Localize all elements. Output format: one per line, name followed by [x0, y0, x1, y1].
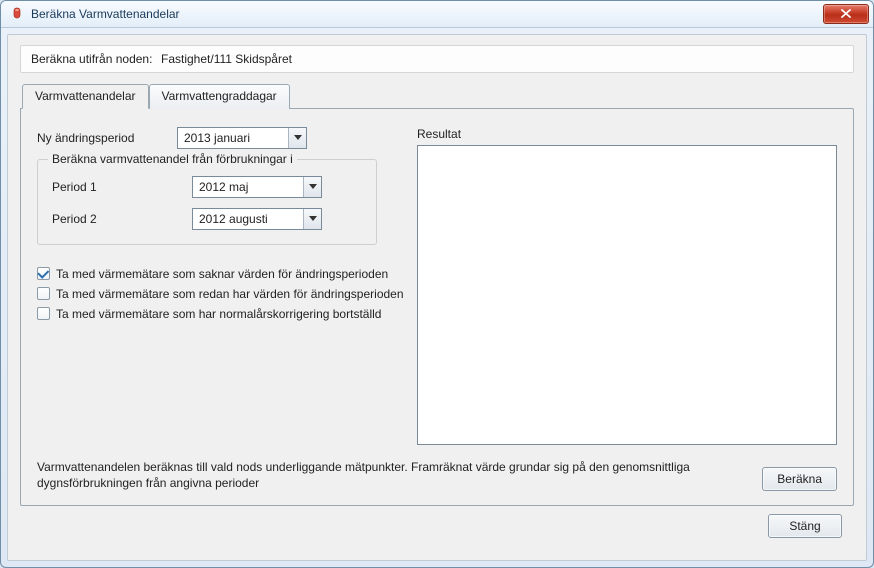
- node-context-row: Beräkna utifrån noden: Fastighet/111 Ski…: [20, 45, 854, 73]
- close-button[interactable]: [823, 4, 869, 24]
- period2-row: Period 2 2012 augusti: [52, 208, 362, 230]
- checkbox-1-label: Ta med värmemätare som saknar värden för…: [56, 267, 388, 281]
- close-icon: [841, 9, 851, 18]
- panel-bottom: Varmvattenandelen beräknas till vald nod…: [37, 459, 837, 491]
- description-text: Varmvattenandelen beräknas till vald nod…: [37, 459, 762, 491]
- new-period-dropdown[interactable]: 2013 januari: [177, 127, 307, 149]
- checkbox-section: Ta med värmemätare som saknar värden för…: [37, 267, 417, 321]
- chevron-down-icon[interactable]: [303, 177, 321, 197]
- titlebar[interactable]: Beräkna Varmvattenandelar: [1, 1, 873, 28]
- checkbox-2-label: Ta med värmemätare som redan har värden …: [56, 287, 404, 301]
- period-group-legend: Beräkna varmvattenandel från förbrukning…: [48, 152, 297, 166]
- new-period-row: Ny ändringsperiod 2013 januari: [37, 127, 417, 149]
- period2-dropdown[interactable]: 2012 augusti: [192, 208, 322, 230]
- checkbox-1[interactable]: [37, 267, 50, 280]
- dialog-content: Beräkna utifrån noden: Fastighet/111 Ski…: [7, 34, 867, 561]
- node-context-value: Fastighet/111 Skidspåret: [161, 52, 843, 66]
- node-context-label: Beräkna utifrån noden:: [31, 52, 161, 66]
- period1-dropdown[interactable]: 2012 maj: [192, 176, 322, 198]
- period1-value: 2012 maj: [193, 180, 303, 194]
- dialog-window: Beräkna Varmvattenandelar Beräkna utifrå…: [0, 0, 874, 568]
- checkbox-3[interactable]: [37, 307, 50, 320]
- checkbox-2[interactable]: [37, 287, 50, 300]
- tab-varmvattengraddagar[interactable]: Varmvattengraddagar: [149, 84, 290, 109]
- period1-row: Period 1 2012 maj: [52, 176, 362, 198]
- tab-varmvattenandelar[interactable]: Varmvattenandelar: [22, 84, 149, 109]
- chevron-down-icon[interactable]: [303, 209, 321, 229]
- panel-top: Ny ändringsperiod 2013 januari Beräkna v…: [37, 127, 837, 445]
- tab-strip: Varmvattenandelar Varmvattengraddagar: [22, 84, 854, 109]
- close-dialog-button[interactable]: Stäng: [768, 514, 842, 538]
- chevron-down-icon[interactable]: [288, 128, 306, 148]
- new-period-label: Ny ändringsperiod: [37, 131, 177, 145]
- period-groupbox: Beräkna varmvattenandel från förbrukning…: [37, 159, 377, 245]
- checkbox-row-1: Ta med värmemätare som saknar värden för…: [37, 267, 417, 281]
- result-label: Resultat: [417, 127, 837, 141]
- period1-label: Period 1: [52, 180, 192, 194]
- left-column: Ny ändringsperiod 2013 januari Beräkna v…: [37, 127, 417, 445]
- checkbox-row-3: Ta med värmemätare som har normalårskorr…: [37, 307, 417, 321]
- period2-value: 2012 augusti: [193, 212, 303, 226]
- checkbox-row-2: Ta med värmemätare som redan har värden …: [37, 287, 417, 301]
- checkbox-3-label: Ta med värmemätare som har normalårskorr…: [56, 307, 381, 321]
- period2-label: Period 2: [52, 212, 192, 226]
- window-title: Beräkna Varmvattenandelar: [31, 7, 823, 21]
- app-icon: [9, 6, 25, 22]
- tab-panel: Ny ändringsperiod 2013 januari Beräkna v…: [20, 108, 854, 506]
- right-column: Resultat: [417, 127, 837, 445]
- result-box[interactable]: [417, 145, 837, 445]
- dialog-footer: Stäng: [20, 506, 854, 548]
- new-period-value: 2013 januari: [178, 131, 288, 145]
- calculate-button[interactable]: Beräkna: [762, 467, 837, 491]
